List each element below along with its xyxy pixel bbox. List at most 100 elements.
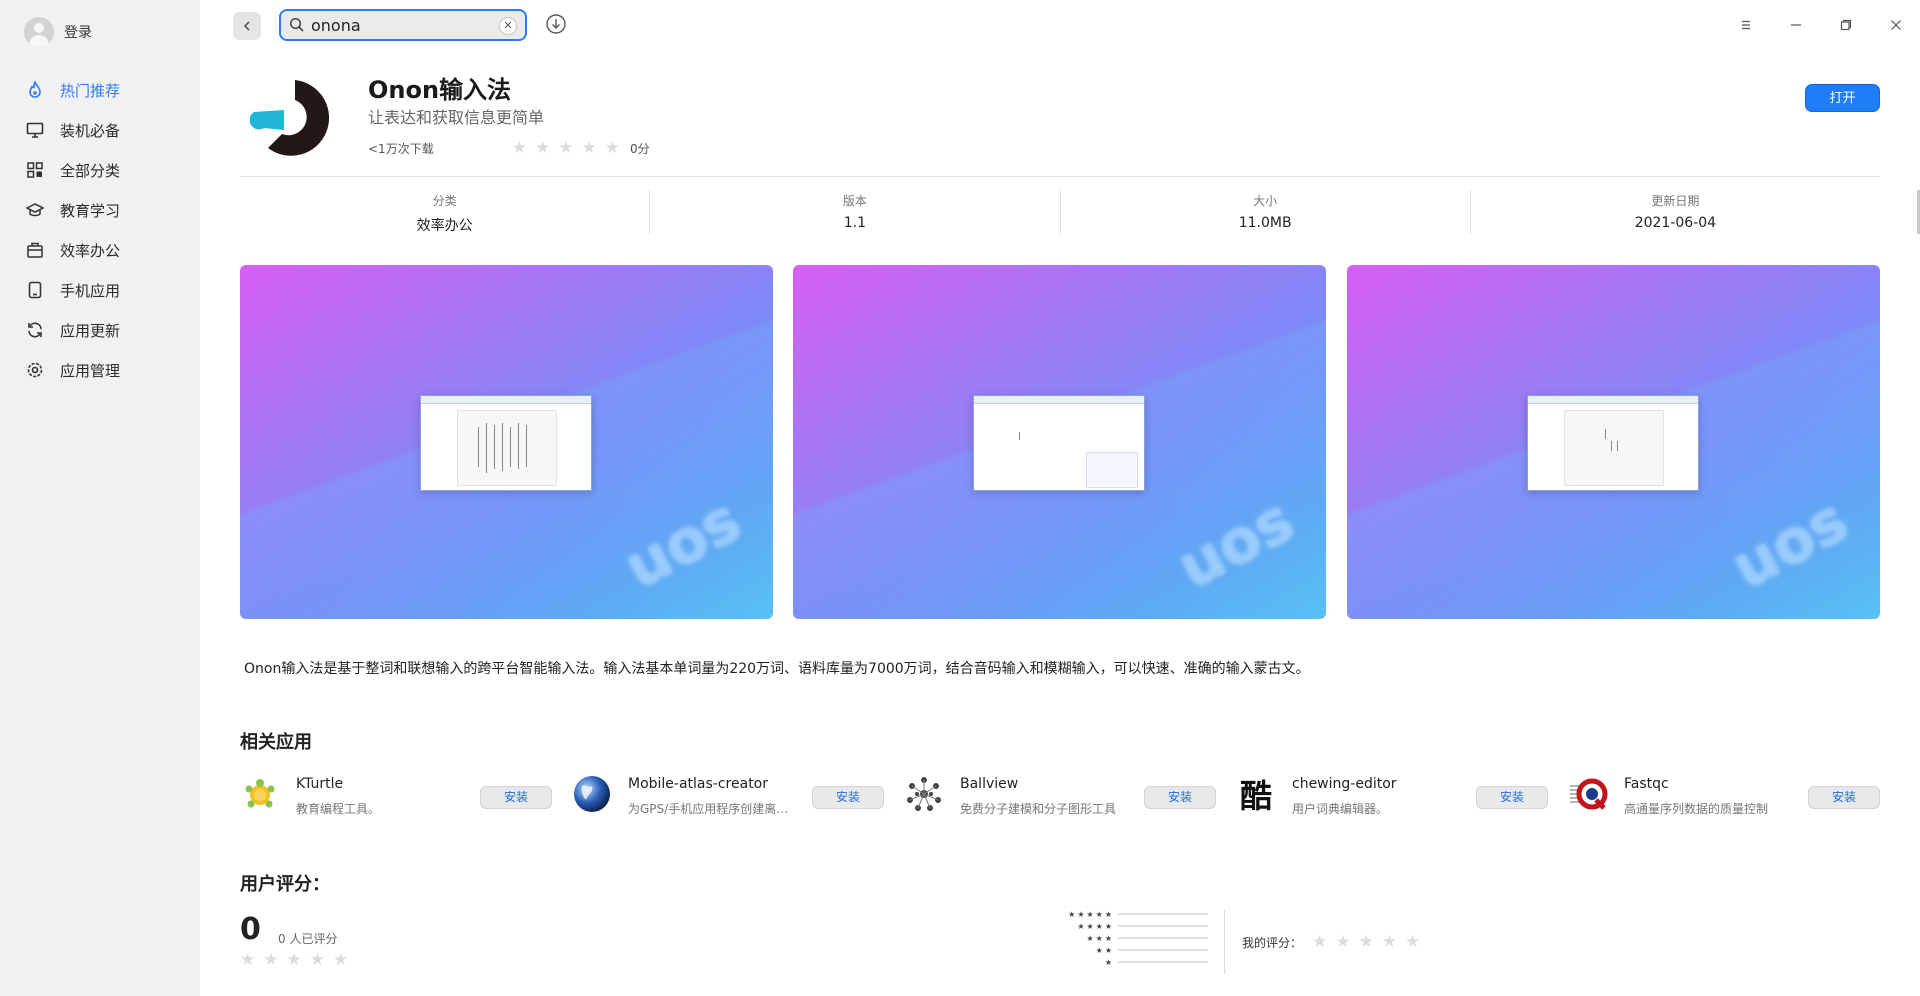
minimize-button[interactable] bbox=[1785, 14, 1807, 36]
clear-search-button[interactable]: ✕ bbox=[499, 17, 517, 35]
related-app-item[interactable]: KTurtle 教育编程工具。 安装 bbox=[240, 770, 572, 820]
star-icon: ★ bbox=[511, 138, 527, 158]
star-icon[interactable]: ★ bbox=[1359, 934, 1374, 951]
info-value: 2021-06-04 bbox=[1634, 215, 1717, 231]
screenshot-window bbox=[973, 395, 1145, 491]
fire-icon bbox=[29, 81, 41, 98]
grid-icon bbox=[27, 162, 43, 178]
close-button[interactable] bbox=[1885, 14, 1907, 36]
chinese-character-icon: 酷 bbox=[1236, 774, 1276, 815]
search-icon bbox=[289, 17, 304, 32]
star-icon: ★ bbox=[240, 950, 256, 970]
monitor-icon bbox=[26, 122, 44, 138]
sidebar-item-mobile[interactable]: 手机应用 bbox=[0, 270, 200, 310]
app-tagline: 让表达和获取信息更简单 bbox=[368, 108, 545, 127]
gear-icon bbox=[27, 362, 43, 378]
star-icon: ★ bbox=[534, 138, 551, 158]
related-app-desc: 高通量序列数据的质量控制 bbox=[1624, 802, 1769, 816]
sidebar-nav: 热门推荐 装机必备 全部分类 教育学习 效率办公 手机应用 应用更新 应用管理 bbox=[0, 70, 200, 390]
refresh-icon bbox=[28, 322, 42, 338]
info-label: 更新日期 bbox=[1651, 194, 1700, 208]
onon-logo-icon bbox=[249, 80, 330, 156]
sidebar-item-hot[interactable]: 热门推荐 bbox=[0, 70, 200, 110]
average-stars: ★ ★ ★ ★ ★ bbox=[240, 952, 348, 969]
info-value: 1.1 bbox=[843, 215, 866, 231]
briefcase-icon bbox=[27, 242, 43, 258]
menu-icon bbox=[1742, 20, 1750, 30]
related-app-item[interactable]: Fastqc 高通量序列数据的质量控制 安装 bbox=[1568, 770, 1900, 820]
rating-bar bbox=[1118, 937, 1208, 939]
molecule-icon bbox=[904, 774, 944, 814]
rating-bar bbox=[1118, 961, 1208, 963]
star-icon: ★ bbox=[333, 950, 349, 970]
star-icon: ★ bbox=[558, 138, 574, 158]
star-icon: ★ bbox=[604, 138, 620, 158]
search-box[interactable]: ✕ bbox=[279, 9, 527, 41]
search-input[interactable] bbox=[311, 15, 481, 35]
related-app-desc: 免费分子建模和分子图形工具 bbox=[960, 802, 1117, 816]
download-icon bbox=[546, 14, 566, 34]
maximize-button[interactable] bbox=[1835, 14, 1857, 36]
my-rating-stars: ★ ★ ★ ★ ★ bbox=[1312, 934, 1420, 951]
globe-icon bbox=[572, 774, 612, 814]
sidebar: 登录 热门推荐 装机必备 全部分类 教育学习 效率办公 手机应用 应用更新 应用… bbox=[0, 0, 200, 996]
menu-button[interactable] bbox=[1735, 14, 1757, 36]
sidebar-item-updates[interactable]: 应用更新 bbox=[0, 310, 200, 350]
sidebar-item-label: 全部分类 bbox=[60, 161, 121, 180]
my-rating: 我的评分： ★ ★ ★ ★ ★ bbox=[1242, 934, 1420, 951]
info-category: 分类 效率办公 bbox=[240, 190, 651, 234]
star-icon[interactable]: ★ bbox=[1335, 934, 1350, 951]
sidebar-item-essentials[interactable]: 装机必备 bbox=[0, 110, 200, 150]
close-icon: ✕ bbox=[503, 19, 513, 32]
app-title: Onon输入法 bbox=[368, 76, 512, 104]
screenshot-window bbox=[1527, 395, 1699, 491]
screenshot-2[interactable]: uos bbox=[793, 265, 1326, 619]
sidebar-item-manage[interactable]: 应用管理 bbox=[0, 350, 200, 390]
login-label: 登录 bbox=[64, 25, 92, 41]
install-button[interactable]: 安装 bbox=[1144, 786, 1216, 809]
chevron-left-icon bbox=[243, 21, 250, 31]
info-value: 效率办公 bbox=[416, 218, 473, 234]
related-app-item[interactable]: Ballview 免费分子建模和分子图形工具 安装 bbox=[904, 770, 1236, 820]
sidebar-item-education[interactable]: 教育学习 bbox=[0, 190, 200, 230]
sidebar-item-categories[interactable]: 全部分类 bbox=[0, 150, 200, 190]
rating-row-4: ★★★★ bbox=[1040, 920, 1208, 932]
fastqc-icon bbox=[1568, 774, 1608, 814]
install-button[interactable]: 安装 bbox=[1808, 786, 1880, 809]
related-apps-title: 相关应用 bbox=[240, 732, 312, 753]
app-store-window: 登录 热门推荐 装机必备 全部分类 教育学习 效率办公 手机应用 应用更新 应用… bbox=[0, 0, 1920, 996]
download-manager-button[interactable] bbox=[545, 13, 567, 35]
info-value: 11.0MB bbox=[1238, 215, 1292, 231]
rating-bar bbox=[1118, 949, 1208, 951]
screenshot-1[interactable]: uos bbox=[240, 265, 773, 619]
info-version: 版本 1.1 bbox=[650, 190, 1061, 234]
star-icon: ★ bbox=[263, 950, 279, 970]
related-app-name: chewing-editor bbox=[1292, 776, 1397, 792]
screenshot-3[interactable]: uos bbox=[1347, 265, 1880, 619]
back-button[interactable] bbox=[233, 12, 261, 40]
star-icon[interactable]: ★ bbox=[1405, 934, 1420, 951]
divider bbox=[240, 176, 1880, 177]
close-icon bbox=[1891, 20, 1901, 30]
sidebar-item-office[interactable]: 效率办公 bbox=[0, 230, 200, 270]
sidebar-item-label: 手机应用 bbox=[60, 281, 121, 300]
star-icon[interactable]: ★ bbox=[1312, 934, 1327, 951]
app-icon bbox=[249, 72, 340, 162]
install-button[interactable]: 安装 bbox=[812, 786, 884, 809]
star-icon[interactable]: ★ bbox=[1382, 934, 1397, 951]
install-button[interactable]: 安装 bbox=[480, 786, 552, 809]
related-app-item[interactable]: Mobile-atlas-creator 为GPS/手机应用程序创建离线地图集 … bbox=[572, 770, 904, 820]
related-app-name: Ballview bbox=[960, 776, 1019, 792]
open-button[interactable]: 打开 bbox=[1805, 84, 1880, 112]
related-apps-list: KTurtle 教育编程工具。 安装 Mobile-atlas-creator … bbox=[240, 770, 1880, 820]
screenshot-window bbox=[420, 395, 592, 491]
app-rating-score: 0分 bbox=[629, 142, 650, 156]
login-button[interactable]: 登录 bbox=[24, 16, 92, 48]
restore-icon bbox=[1840, 19, 1852, 31]
install-button[interactable]: 安装 bbox=[1476, 786, 1548, 809]
sidebar-item-label: 应用更新 bbox=[60, 321, 121, 340]
related-app-item[interactable]: 酷 chewing-editor 用户词典编辑器。 安装 bbox=[1236, 770, 1568, 820]
star-icon: ★★★★★ bbox=[1068, 909, 1114, 919]
average-score: 0 bbox=[240, 912, 261, 947]
rating-row-2: ★★ bbox=[1040, 944, 1208, 956]
